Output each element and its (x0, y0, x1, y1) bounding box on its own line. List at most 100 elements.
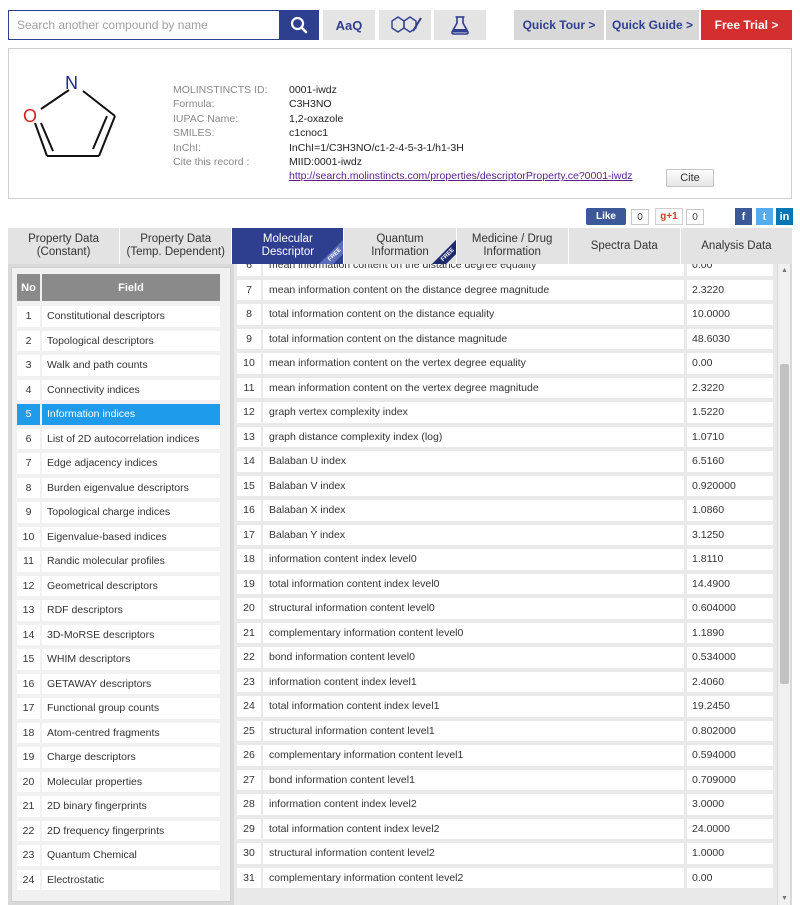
descriptor-value: 3.1250 (687, 524, 773, 545)
structure-search-button[interactable] (379, 10, 431, 40)
facebook-like-button[interactable]: Like (586, 208, 626, 225)
twitter-icon[interactable]: t (756, 208, 773, 225)
category-row[interactable]: 4 Connectivity indices (17, 379, 220, 400)
tab-2[interactable]: Property Data (Temp. Dependent) (120, 228, 232, 264)
search-box[interactable] (8, 10, 280, 40)
category-row[interactable]: 8 Burden eigenvalue descriptors (17, 477, 220, 498)
tab-label-line1: Quantum (376, 233, 424, 245)
cite-value: MIID:0001-iwdz (289, 155, 362, 168)
category-row[interactable]: 5 Information indices (17, 404, 220, 425)
iupac-value: 1,2-oxazole (289, 112, 344, 125)
descriptor-name: total information content index level1 (263, 696, 684, 717)
cite-button[interactable]: Cite (666, 169, 714, 187)
category-row[interactable]: 13 RDF descriptors (17, 600, 220, 621)
descriptor-row: 28 information content index level2 3.0000 (237, 794, 773, 815)
descriptor-number: 20 (237, 598, 261, 619)
category-name: 2D frequency fingerprints (42, 820, 220, 841)
like-count: 0 (631, 209, 649, 225)
category-row[interactable]: 1 Constitutional descriptors (17, 306, 220, 327)
descriptor-number: 28 (237, 794, 261, 815)
descriptor-value: 1.0860 (687, 500, 773, 521)
category-name: List of 2D autocorrelation indices (42, 428, 220, 449)
descriptor-number: 30 (237, 843, 261, 864)
descriptor-number: 9 (237, 328, 261, 349)
tab-5[interactable]: Medicine / Drug Information (456, 228, 568, 264)
formula-label: Formula: (173, 98, 215, 111)
vertical-scrollbar[interactable]: ▲ ▼ (777, 264, 790, 905)
quick-tour-button[interactable]: Quick Tour > (514, 10, 604, 40)
category-row[interactable]: 14 3D-MoRSE descriptors (17, 624, 220, 645)
category-name: Electrostatic (42, 869, 220, 890)
descriptor-row: 9 total information content on the distan… (237, 328, 773, 349)
compound-info: MOLINSTINCTS ID: 0001-iwdz Formula: C3H3… (173, 83, 633, 184)
tab-7[interactable]: Analysis Data (680, 228, 792, 264)
property-tabs: Property Data (Constant) Property Data (Tem… (8, 228, 792, 264)
descriptor-name: mean information content on the distance… (263, 279, 684, 300)
category-row[interactable]: 6 List of 2D autocorrelation indices (17, 428, 220, 449)
category-name: Connectivity indices (42, 379, 220, 400)
category-row[interactable]: 7 Edge adjacency indices (17, 453, 220, 474)
tab-4[interactable]: Quantum Information FREE (344, 228, 456, 264)
category-row[interactable]: 9 Topological charge indices (17, 502, 220, 523)
scroll-up-arrow-icon[interactable]: ▲ (778, 264, 790, 277)
category-row[interactable]: 24 Electrostatic (17, 869, 220, 890)
smiles-value: c1cnoc1 (289, 127, 329, 140)
descriptor-number: 21 (237, 622, 261, 643)
category-row[interactable]: 16 GETAWAY descriptors (17, 673, 220, 694)
chemistry-button[interactable] (434, 10, 486, 40)
category-row[interactable]: 3 Walk and path counts (17, 355, 220, 376)
descriptor-name: Balaban U index (263, 451, 684, 472)
category-row[interactable]: 23 Quantum Chemical (17, 845, 220, 866)
category-row[interactable]: 17 Functional group counts (17, 698, 220, 719)
tab-6[interactable]: Spectra Data (568, 228, 680, 264)
category-row[interactable]: 18 Atom-centred fragments (17, 722, 220, 743)
nitrogen-atom-label: N (65, 73, 78, 93)
descriptor-number: 26 (237, 745, 261, 766)
category-name: Quantum Chemical (42, 845, 220, 866)
free-trial-button[interactable]: Free Trial > (701, 10, 792, 40)
search-input[interactable] (17, 18, 279, 32)
quick-guide-button[interactable]: Quick Guide > (606, 10, 699, 40)
category-number: 13 (17, 600, 40, 621)
text-search-button[interactable]: AaQ (323, 10, 375, 40)
record-url-link[interactable]: http://search.molinstincts.com/propertie… (289, 169, 633, 183)
tab-label-line1: Medicine / Drug (471, 233, 553, 245)
scroll-thumb[interactable] (780, 364, 789, 684)
category-number: 21 (17, 796, 40, 817)
category-row[interactable]: 15 WHIM descriptors (17, 649, 220, 670)
category-row[interactable]: 22 2D frequency fingerprints (17, 820, 220, 841)
category-row[interactable]: 19 Charge descriptors (17, 747, 220, 768)
descriptor-value: 2.3220 (687, 377, 773, 398)
tab-3[interactable]: Molecular Descriptor FREE (232, 228, 344, 264)
category-row[interactable]: 12 Geometrical descriptors (17, 575, 220, 596)
category-row[interactable]: 21 2D binary fingerprints (17, 796, 220, 817)
category-row[interactable]: 20 Molecular properties (17, 771, 220, 792)
category-number: 2 (17, 330, 40, 351)
descriptor-name: graph distance complexity index (log) (263, 426, 684, 447)
linkedin-icon[interactable]: in (776, 208, 793, 225)
category-number: 15 (17, 649, 40, 670)
descriptor-value: 1.0000 (687, 843, 773, 864)
descriptor-row: 12 graph vertex complexity index 1.5220 (237, 402, 773, 423)
tab-1[interactable]: Property Data (Constant) (8, 228, 120, 264)
category-row[interactable]: 2 Topological descriptors (17, 330, 220, 351)
descriptor-row: 8 total information content on the distan… (237, 304, 773, 325)
category-row[interactable]: 10 Eigenvalue-based indices (17, 526, 220, 547)
tab-label-line2: Descriptor (261, 246, 315, 258)
category-name: 3D-MoRSE descriptors (42, 624, 220, 645)
category-row[interactable]: 11 Randic molecular profiles (17, 551, 220, 572)
descriptor-value: 1.5220 (687, 402, 773, 423)
cite-row: Cite this record : MIID:0001-iwdz (173, 155, 633, 169)
tab-label-line1: Molecular (262, 233, 313, 245)
descriptor-name: total information content index level2 (263, 818, 684, 839)
google-plus-button[interactable]: g+1 (655, 208, 683, 225)
descriptor-name: structural information content level2 (263, 843, 684, 864)
category-number: 1 (17, 306, 40, 327)
descriptor-value: 2.4060 (687, 671, 773, 692)
category-name: Burden eigenvalue descriptors (42, 477, 220, 498)
scroll-down-arrow-icon[interactable]: ▼ (778, 892, 790, 905)
search-button[interactable] (279, 10, 319, 40)
oxygen-atom-label: O (23, 106, 37, 126)
descriptor-value: 14.4900 (687, 573, 773, 594)
facebook-icon[interactable]: f (735, 208, 752, 225)
